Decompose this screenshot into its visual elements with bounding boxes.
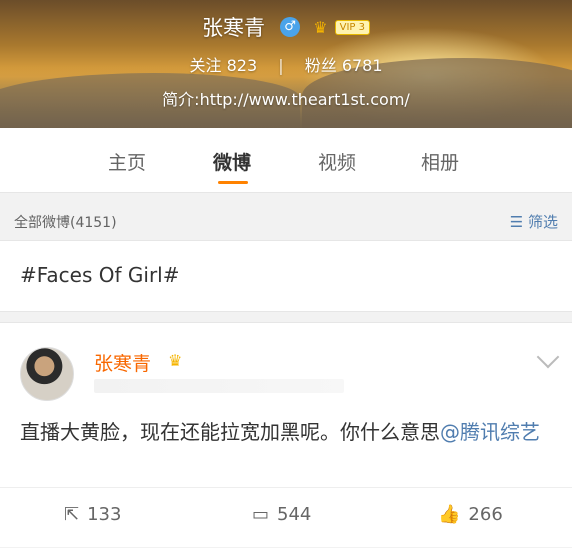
post-body: 直播大黄脸，现在还能拉宽加黑呢。你什么意思 <box>20 420 440 444</box>
profile-intro[interactable]: 简介:http://www.theart1st.com/ <box>0 86 572 110</box>
post-meta-blurred <box>94 379 344 393</box>
post-actions: ⇱ 133 ▭ 544 👍 266 <box>0 487 572 548</box>
tab-weibo[interactable]: 微博 <box>213 148 251 175</box>
tab-home[interactable]: 主页 <box>108 148 146 175</box>
post-author[interactable]: 张寒青 <box>94 349 151 376</box>
active-tab-indicator <box>218 181 248 184</box>
stats-divider: | <box>278 56 284 75</box>
following-count: 823 <box>226 56 258 75</box>
profile-stats: 关注 823 | 粉丝 6781 <box>0 52 572 76</box>
filter-bar: 全部微博(4151) ☰ 筛选 <box>0 204 572 236</box>
tab-album[interactable]: 相册 <box>421 148 459 175</box>
crown-icon: ♛ <box>313 17 328 37</box>
avatar[interactable] <box>20 347 74 401</box>
topic-text: #Faces Of Girl# <box>20 263 180 287</box>
followers-count: 6781 <box>341 56 383 75</box>
repost-button[interactable]: ⇱ 133 <box>64 504 121 525</box>
profile-tabs: 主页 微博 视频 相册 <box>0 128 572 193</box>
chevron-down-icon[interactable] <box>536 345 560 369</box>
followers-link[interactable]: 粉丝 6781 <box>305 56 383 75</box>
following-label: 关注 <box>189 56 222 75</box>
weibo-post: 张寒青 ♛ 直播大黄脸，现在还能拉宽加黑呢。你什么意思@腾讯综艺 ⇱ 133 ▭ 5… <box>0 322 572 547</box>
tab-video[interactable]: 视频 <box>318 148 356 175</box>
male-icon: ♂ <box>280 17 301 37</box>
repost-count: 133 <box>87 504 122 525</box>
like-count: 266 <box>468 504 503 525</box>
following-link[interactable]: 关注 823 <box>189 56 262 75</box>
like-button[interactable]: 👍 266 <box>438 504 503 525</box>
filter-button[interactable]: ☰ 筛选 <box>510 211 558 232</box>
comment-icon: ▭ <box>252 504 270 525</box>
repost-icon: ⇱ <box>64 504 80 525</box>
followers-label: 粉丝 <box>304 56 337 75</box>
filter-icon: ☰ <box>509 213 524 231</box>
thumbs-up-icon: 👍 <box>438 504 461 525</box>
post-text: 直播大黄脸，现在还能拉宽加黑呢。你什么意思@腾讯综艺 <box>20 417 550 447</box>
mention-link[interactable]: @腾讯综艺 <box>440 420 540 444</box>
profile-header: 张寒青 ♂ ♛ VIP 3 关注 823 | 粉丝 6781 简介:http:/… <box>0 0 572 128</box>
profile-name-row: 张寒青 ♂ ♛ VIP 3 <box>0 12 572 42</box>
comment-count: 544 <box>277 504 312 525</box>
all-weibo-count: 全部微博(4151) <box>14 215 117 231</box>
vip-badge[interactable]: VIP 3 <box>334 19 370 35</box>
topic-card[interactable]: #Faces Of Girl# <box>0 240 572 312</box>
filter-label: 筛选 <box>527 213 558 231</box>
profile-name: 张寒青 <box>202 16 265 40</box>
comment-button[interactable]: ▭ 544 <box>252 504 311 525</box>
crown-icon: ♛ <box>168 351 183 370</box>
